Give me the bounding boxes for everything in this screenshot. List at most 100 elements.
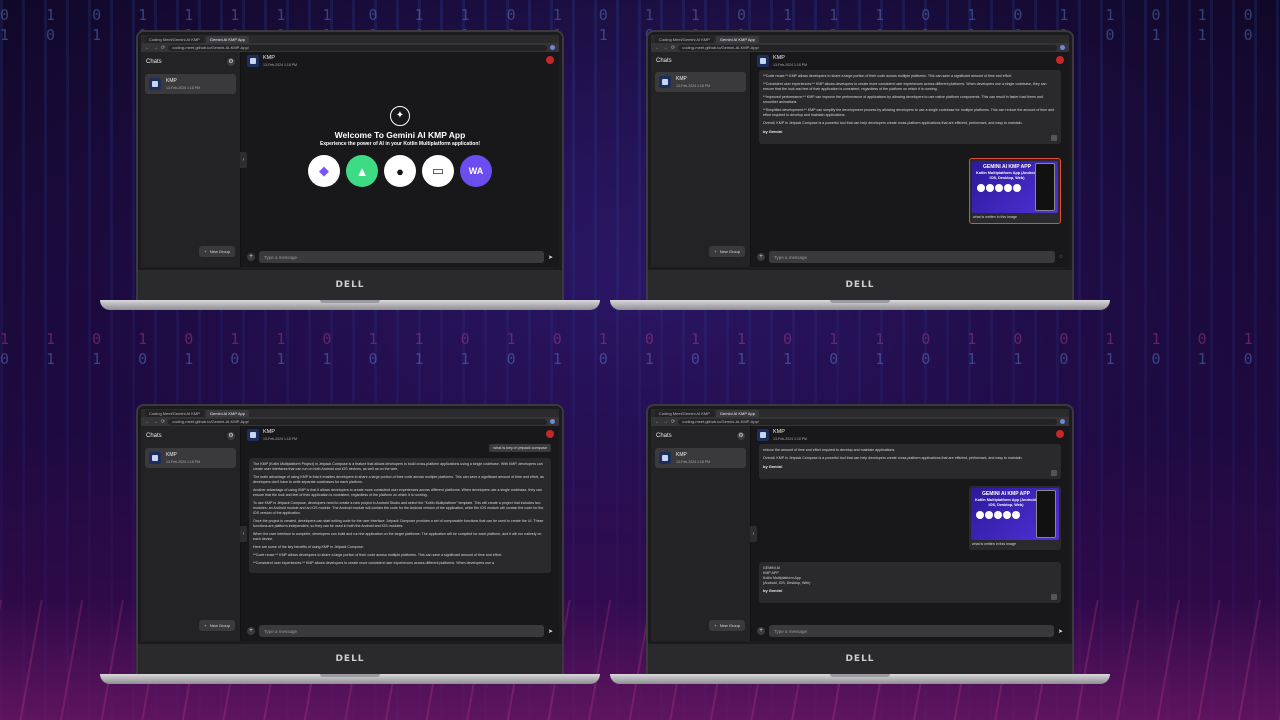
attach-icon[interactable]: +	[247, 253, 255, 261]
response-paragraph: **Consistent user experiences:** KMP all…	[763, 82, 1047, 91]
response-author: by Gemini	[763, 464, 783, 469]
extension-icon[interactable]	[550, 45, 555, 50]
reload-icon[interactable]: ⟳	[161, 419, 165, 425]
browser-tab-active[interactable]: Gemini AI KMP App	[715, 410, 759, 417]
new-group-button[interactable]: + New Group	[199, 246, 235, 257]
back-icon[interactable]: ←	[145, 45, 150, 51]
browser-tab-bar: Coding Meet/Gemini AI KMP Gemini AI KMP …	[141, 409, 559, 417]
reload-icon[interactable]: ⟳	[671, 419, 675, 425]
attach-icon[interactable]: +	[757, 627, 765, 635]
laptop-screen: Coding Meet/Gemini AI KMP Gemini AI KMP …	[651, 35, 1069, 267]
chat-body: ✦ Welcome To Gemini AI KMP App Experienc…	[241, 70, 559, 251]
chat-time: 13-Feb-2024 1:18 PM	[166, 86, 201, 90]
browser-tab-bar: Coding Meet/Gemini AI KMP Gemini AI KMP …	[141, 35, 559, 43]
delete-icon[interactable]	[1056, 56, 1064, 64]
chat-header-time: 13-Feb-2024 1:18 PM	[773, 437, 808, 441]
browser-tab[interactable]: Coding Meet/Gemini AI KMP	[655, 36, 714, 43]
avatar	[659, 452, 671, 464]
laptop-screen: Coding Meet/Gemini AI KMP Gemini AI KMP …	[141, 409, 559, 641]
delete-icon[interactable]	[546, 56, 554, 64]
copy-icon[interactable]	[1051, 470, 1057, 476]
gear-icon[interactable]: ⚙	[227, 432, 235, 440]
welcome-panel: ✦ Welcome To Gemini AI KMP App Experienc…	[241, 106, 559, 187]
platform-icons: ◆ ▲ ● ▭ WA	[241, 155, 559, 187]
browser-tab-active[interactable]: Gemini AI KMP App	[205, 410, 249, 417]
address-bar: ← → ⟳ coding-meet.github.io/Gemini-AI-KM…	[651, 43, 1069, 52]
gear-icon[interactable]: ⚙	[227, 58, 235, 66]
send-icon[interactable]: ➤	[548, 254, 553, 261]
browser-tab-active[interactable]: Gemini AI KMP App	[205, 36, 249, 43]
new-group-button[interactable]: + New Group	[199, 620, 235, 631]
laptop-chin: DELL	[648, 270, 1072, 300]
apple-icon: ●	[384, 155, 416, 187]
message-input[interactable]	[769, 625, 1054, 637]
chat-item-kmp[interactable]: KMP 13-Feb-2024 1:18 PM	[655, 448, 746, 468]
url-field[interactable]: coding-meet.github.io/Gemini-AI-KMP-App/	[168, 44, 547, 51]
forward-icon[interactable]: →	[663, 419, 668, 425]
send-icon[interactable]: ➤	[548, 628, 553, 635]
chat-item-kmp[interactable]: KMP 13-Feb-2024 1:18 PM	[145, 448, 236, 468]
forward-icon[interactable]: →	[153, 419, 158, 425]
app-window: Chats ⚙ KMP 13-Feb-2024 1:18 PM + New Group…	[141, 426, 559, 641]
laptop-chin: DELL	[138, 644, 562, 674]
browser-tab[interactable]: Coding Meet/Gemini AI KMP	[145, 410, 204, 417]
chat-body: what is kmp in jetpack compose The KMP (…	[241, 444, 559, 625]
browser-tab[interactable]: Coding Meet/Gemini AI KMP	[145, 36, 204, 43]
poster-subtitle: Kotlin Multiplatform App (Android, IOS, …	[974, 498, 1038, 507]
send-icon[interactable]: ➤	[1058, 628, 1063, 635]
chat-header: KMP 13-Feb-2024 1:18 PM	[751, 52, 1069, 70]
new-group-button[interactable]: + New Group	[709, 246, 745, 257]
laptop-chin: DELL	[138, 270, 562, 300]
browser-tab-active[interactable]: Gemini AI KMP App	[715, 36, 759, 43]
chat-time: 13-Feb-2024 1:18 PM	[676, 84, 711, 88]
attach-icon[interactable]: +	[757, 253, 765, 261]
extension-icon[interactable]	[1060, 45, 1065, 50]
back-icon[interactable]: ←	[655, 45, 660, 51]
chat-item-kmp[interactable]: KMP 13-Feb-2024 1:18 PM	[655, 72, 746, 92]
url-field[interactable]: coding-meet.github.io/Gemini-AI-KMP-App/	[168, 418, 547, 425]
chat-item-kmp[interactable]: KMP 13-Feb-2024 1:18 PM	[145, 74, 236, 94]
avatar	[247, 429, 259, 441]
url-field[interactable]: coding-meet.github.io/Gemini-AI-KMP-App/	[678, 44, 1057, 51]
response-paragraph: reduce the amount of time and effort req…	[763, 448, 896, 452]
avatar	[149, 78, 161, 90]
url-field[interactable]: coding-meet.github.io/Gemini-AI-KMP-App/	[678, 418, 1057, 425]
reload-icon[interactable]: ⟳	[671, 45, 675, 51]
reload-icon[interactable]: ⟳	[161, 45, 165, 51]
laptop-base	[610, 300, 1110, 310]
image-caption: what is written in this image	[973, 215, 1017, 219]
delete-icon[interactable]	[546, 430, 554, 438]
laptop-bottom-left: Coding Meet/Gemini AI KMP Gemini AI KMP …	[100, 404, 600, 684]
extension-icon[interactable]	[1060, 419, 1065, 424]
response-paragraph: **Consistent user experiences:** KMP all…	[253, 561, 494, 565]
message-input[interactable]	[769, 251, 1056, 263]
desktop-icon: ▭	[422, 155, 454, 187]
new-group-button[interactable]: + New Group	[709, 620, 745, 631]
binary-row: 0 1 1 0 1 0 1 1 0 1 1 0 1 0 1 0 1 1 0 1 …	[0, 350, 1267, 368]
chat-title: KMP	[773, 429, 785, 435]
back-icon[interactable]: ←	[655, 419, 660, 425]
message-input[interactable]	[259, 251, 544, 263]
address-bar: ← → ⟳ coding-meet.github.io/Gemini-AI-KM…	[141, 417, 559, 426]
attach-icon[interactable]: +	[247, 627, 255, 635]
forward-icon[interactable]: →	[663, 45, 668, 51]
gear-icon[interactable]: ⚙	[737, 432, 745, 440]
forward-icon[interactable]: →	[153, 45, 158, 51]
laptop-top-left: Coding Meet/Gemini AI KMP Gemini AI KMP …	[100, 30, 600, 310]
extension-icon[interactable]	[550, 419, 555, 424]
image-message[interactable]: GEMINI AI KMP APP Kotlin Multiplatform A…	[969, 486, 1061, 550]
image-message[interactable]: GEMINI AI KMP APP Kotlin Multiplatform A…	[969, 158, 1061, 224]
copy-icon[interactable]	[1051, 594, 1057, 600]
back-icon[interactable]: ←	[145, 419, 150, 425]
new-group-label: New Group	[209, 249, 230, 254]
chat-body: reduce the amount of time and effort req…	[751, 444, 1069, 625]
delete-icon[interactable]	[1056, 430, 1064, 438]
plus-icon: +	[714, 623, 717, 628]
sidebar: Chats ⚙ KMP 13-Feb-2024 1:18 PM + New Group	[141, 426, 241, 641]
copy-icon[interactable]	[1051, 135, 1057, 141]
ai-response-bubble: **Code reuse:** KMP allows developers to…	[759, 70, 1061, 144]
address-bar: ← → ⟳ coding-meet.github.io/Gemini-AI-KM…	[651, 417, 1069, 426]
message-input[interactable]	[259, 625, 544, 637]
browser-tab[interactable]: Coding Meet/Gemini AI KMP	[655, 410, 714, 417]
chat-title: KMP	[263, 429, 275, 435]
